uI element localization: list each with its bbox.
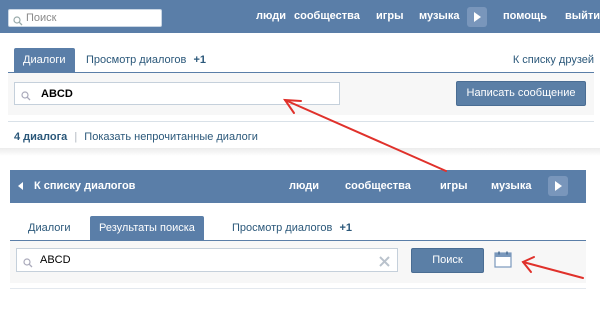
annotation-arrow-2 xyxy=(522,261,584,279)
annotation-arrow-1 xyxy=(284,99,447,172)
annotation-arrows xyxy=(283,98,584,279)
